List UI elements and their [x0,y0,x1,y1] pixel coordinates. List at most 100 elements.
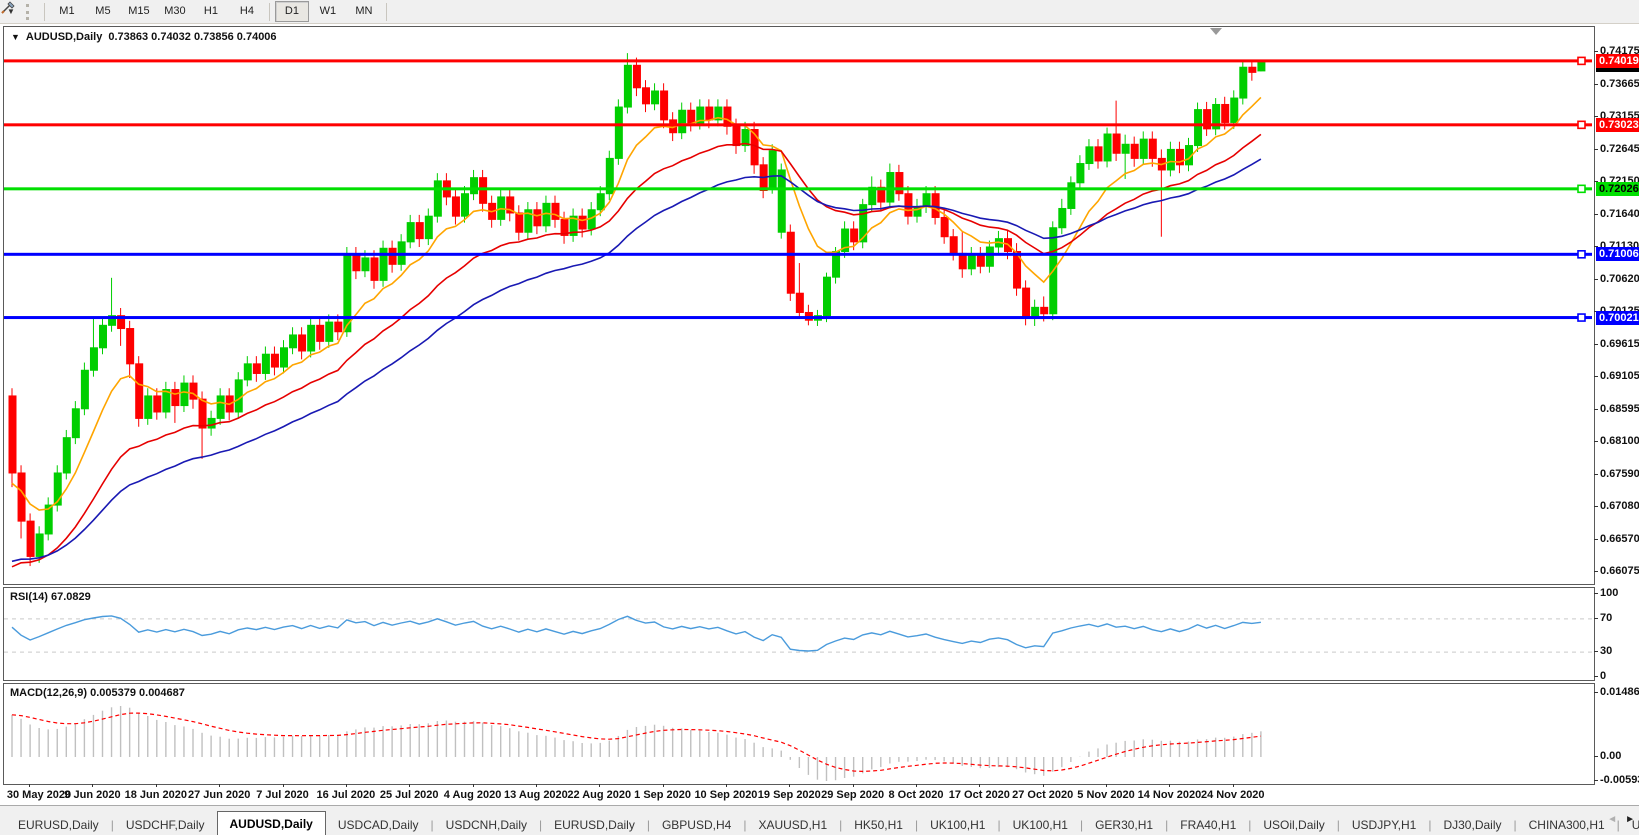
macd-label: MACD(12,26,9) 0.005379 0.004687 [10,687,185,699]
axis-tick [1594,756,1598,757]
axis-tick [1594,676,1598,677]
timeframe-button-h1[interactable]: H1 [194,1,228,22]
main-chart-panel[interactable]: ▼ AUDUSD,Daily 0.73863 0.74032 0.73856 0… [3,26,1595,585]
date-tick-label: 4 Aug 2020 [444,789,502,801]
timeframe-button-m1[interactable]: M1 [50,1,84,22]
price-tick-label: 0.67080 [1600,500,1639,512]
tab-usoil-daily[interactable]: USOil,Daily [1251,815,1336,835]
date-tick-label: 27 Jun 2020 [188,789,250,801]
price-tick-label: 0.70620 [1600,273,1639,285]
date-tick-label: 7 Jul 2020 [256,789,309,801]
date-tick-mark [663,784,664,787]
tab-fra40-h1[interactable]: FRA40,H1 [1168,815,1248,835]
axis-tick [1594,149,1598,150]
date-tick-mark [92,784,93,787]
date-tick-label: 13 Aug 2020 [504,789,568,801]
hline-price-label-071006[interactable]: 0.71006 [1596,247,1639,261]
date-tick-mark [1106,784,1107,787]
price-tick-label: 0.72645 [1600,143,1639,155]
hline-price-label-074019[interactable]: 0.74019 [1596,54,1639,68]
date-tick-label: 27 Oct 2020 [1012,789,1073,801]
chart-tab-bar: EURUSD,Daily|USDCHF,DailyAUDUSD,DailyUSD… [0,805,1639,835]
hline-price-label-073023[interactable]: 0.73023 [1596,118,1639,132]
price-tick-label: 0.73665 [1600,78,1639,90]
date-tick-mark [599,784,600,787]
date-tick-label: 5 Nov 2020 [1077,789,1134,801]
macd-tick-label: -0.005938 [1600,774,1639,786]
tab-china300-h1[interactable]: CHINA300,H1 [1517,815,1617,835]
tab-scroll-right-icon[interactable]: ► [1625,814,1635,825]
tab-usdcnh-daily[interactable]: USDCNH,Daily [434,815,539,835]
macd-chart-canvas[interactable] [4,684,1592,782]
timeframe-button-d1[interactable]: D1 [275,1,309,22]
date-tick-mark [1169,784,1170,787]
rsi-panel[interactable]: RSI(14) 67.0829 [3,587,1595,681]
axis-tick [1594,692,1598,693]
date-tick-label: 1 Sep 2020 [634,789,691,801]
rsi-tick-label: 100 [1600,587,1618,599]
hline-price-label-070021[interactable]: 0.70021 [1596,311,1639,325]
tab-gbpusd-h4[interactable]: GBPUSD,H4 [650,815,743,835]
toolbar-separator [269,3,270,21]
date-tick-mark [726,784,727,787]
tab-hk50-h1[interactable]: HK50,H1 [842,815,915,835]
date-tick-mark [219,784,220,787]
date-tick-mark [536,784,537,787]
timeframe-button-m5[interactable]: M5 [86,1,120,22]
tab-dj30-daily[interactable]: DJ30,Daily [1431,815,1513,835]
timeframe-button-m30[interactable]: M30 [158,1,192,22]
tab-usdchf-daily[interactable]: USDCHF,Daily [114,815,217,835]
date-tick-mark [789,784,790,787]
macd-panel[interactable]: MACD(12,26,9) 0.005379 0.004687 [3,683,1595,785]
tab-eurusd-daily[interactable]: EURUSD,Daily [6,815,111,835]
tab-eurusd-daily[interactable]: EURUSD,Daily [542,815,647,835]
tab-xauusd-h1[interactable]: XAUUSD,H1 [746,815,839,835]
chart-title: ▼ AUDUSD,Daily 0.73863 0.74032 0.73856 0… [11,31,277,43]
date-tick-label: 10 Sep 2020 [694,789,757,801]
axis-tick [1594,618,1598,619]
candlestick-chart-canvas[interactable] [4,27,1592,582]
date-tick-label: 14 Nov 2020 [1138,789,1202,801]
hline-price-label-072026[interactable]: 0.72026 [1596,182,1639,196]
tab-ger30-h1[interactable]: GER30,H1 [1083,815,1165,835]
tab-uk100-h1[interactable]: UK100,H1 [918,815,997,835]
tab-usdcad-daily[interactable]: USDCAD,Daily [326,815,431,835]
axis-tick [1594,409,1598,410]
title-caret-icon: ▼ [11,32,20,42]
date-tick-label: 18 Jun 2020 [125,789,187,801]
date-tick-label: 29 Sep 2020 [821,789,884,801]
date-tick-mark [346,784,347,787]
axis-tick [1594,344,1598,345]
toolbar-separator [386,3,387,21]
date-tick-mark [1233,784,1234,787]
axis-tick [1594,441,1598,442]
axis-tick [1594,593,1598,594]
rsi-label: RSI(14) 67.0829 [10,591,91,603]
price-axis: 0.741750.736650.731550.726450.721500.716… [1594,0,1639,835]
axis-tick [1594,474,1598,475]
price-tick-label: 0.69105 [1600,370,1639,382]
pencil-line-icon [0,0,16,16]
axis-tick [1594,214,1598,215]
tab-uk100-h1[interactable]: UK100,H1 [1001,815,1080,835]
date-tick-label: 17 Oct 2020 [949,789,1010,801]
timeframe-button-mn[interactable]: MN [347,1,381,22]
line-tools-button[interactable]: ▼ [2,5,18,18]
timeframe-button-w1[interactable]: W1 [311,1,345,22]
tab-usdjpy-h1[interactable]: USDJPY,H1 [1340,815,1428,835]
price-tick-label: 0.69615 [1600,338,1639,350]
macd-tick-label: 0.014861 [1600,686,1639,698]
date-tick-mark [979,784,980,787]
chart-symbol-label: AUDUSD,Daily [26,31,102,43]
rsi-tick-label: 70 [1600,612,1612,624]
timeframe-button-h4[interactable]: H4 [230,1,264,22]
axis-tick [1594,539,1598,540]
timeframe-button-m15[interactable]: M15 [122,1,156,22]
toolbar-drag-handle[interactable] [26,4,34,20]
tab-audusd-daily[interactable]: AUDUSD,Daily [217,811,326,835]
tab-scroll-left-icon[interactable]: ◄ [1607,814,1617,825]
axis-tick [1594,506,1598,507]
axis-tick [1594,84,1598,85]
rsi-chart-canvas[interactable] [4,588,1592,678]
date-axis: 30 May 20209 Jun 202018 Jun 202027 Jun 2… [3,787,1593,804]
